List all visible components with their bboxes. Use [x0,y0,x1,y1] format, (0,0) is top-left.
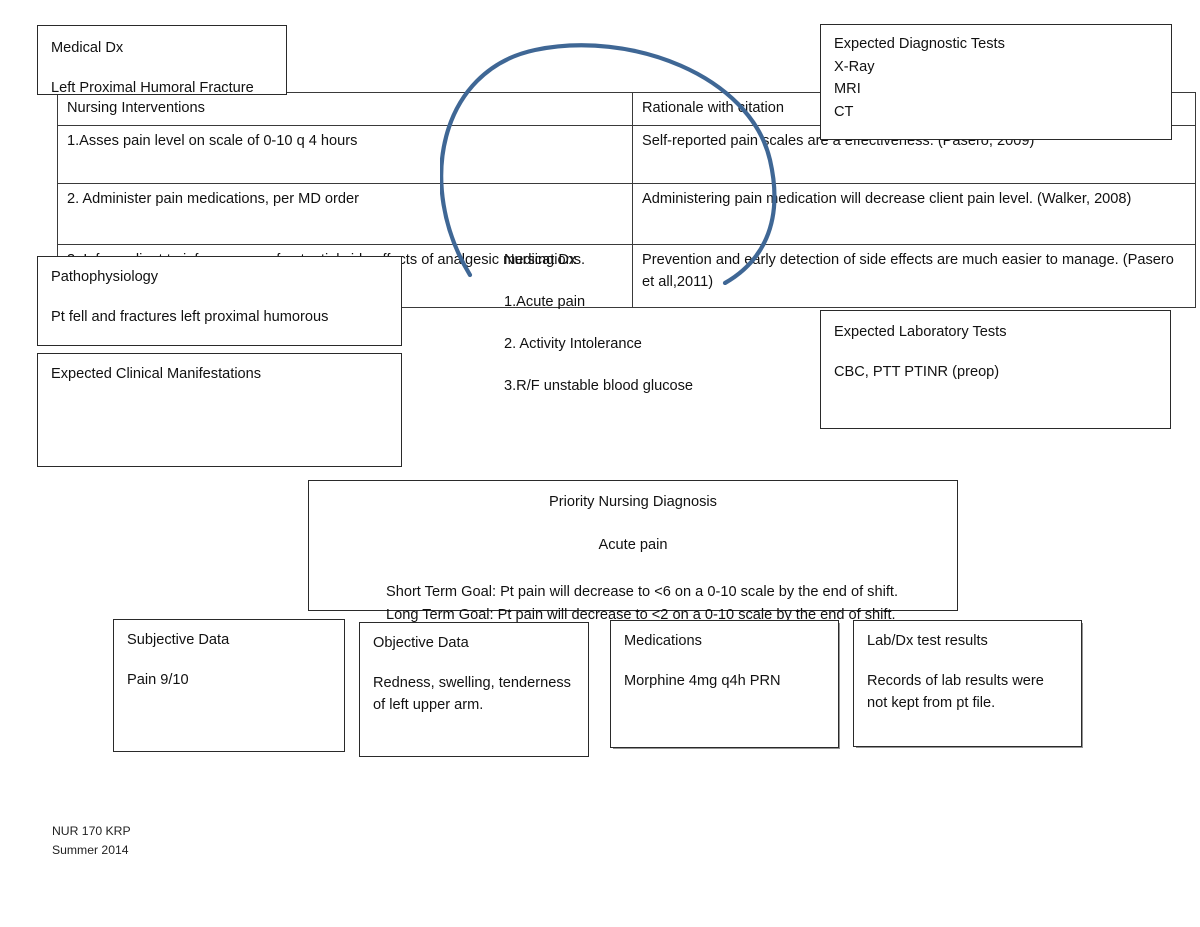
pathophysiology-box: Pathophysiology Pt fell and fractures le… [37,256,402,346]
short-term-goal: Short Term Goal: Pt pain will decrease t… [385,584,898,601]
expected-laboratory-tests-box: Expected Laboratory Tests CBC, PTT PTINR… [820,310,1171,429]
diagnostic-test-item-mri: MRI [834,81,861,98]
medical-dx-title: Medical Dx [51,40,124,56]
diagnostic-test-item-xray: X-Ray [834,58,875,75]
lab-dx-test-results-box: Lab/Dx test results Records of lab resul… [853,620,1082,747]
lab-dx-results-line-2: not kept from pt file. [867,695,996,712]
intervention-cell-1: 1.Asses pain level on scale of 0-10 q 4 … [57,124,633,184]
concept-map-page: Nursing Interventions Rationale with cit… [0,0,1200,927]
medications-title: Medications [624,633,702,649]
laboratory-tests-title: Expected Laboratory Tests [834,324,1007,340]
pathophysiology-value: Pt fell and fractures left proximal humo… [51,308,329,325]
rationale-cell-2: Administering pain medication will decre… [632,182,1196,245]
nursing-dx-item-2: 2. Activity Intolerance [504,335,642,352]
footer-term: Summer 2014 [52,842,129,857]
footer: NUR 170 KRP Summer 2014 [52,822,131,860]
clinical-manifestations-title: Expected Clinical Manifestations [51,366,262,382]
footer-course: NUR 170 KRP [52,824,131,838]
pathophysiology-title: Pathophysiology [51,269,159,285]
medical-dx-value: Left Proximal Humoral Fracture [51,79,254,96]
objective-data-box: Objective Data Redness, swelling, tender… [359,622,589,757]
diagnostic-test-item-ct: CT [834,103,854,120]
medications-box: Medications Morphine 4mg q4h PRN [610,620,839,748]
lab-dx-results-line-1: Records of lab results were [867,672,1044,689]
medications-value: Morphine 4mg q4h PRN [624,672,781,689]
objective-data-line-1: Redness, swelling, tenderness [373,674,571,691]
nursing-dx-item-3: 3.R/F unstable blood glucose [504,377,694,394]
expected-clinical-manifestations-box: Expected Clinical Manifestations [37,353,402,467]
table-row: 2. Administer pain medications, per MD o… [57,182,1196,245]
nursing-dx-item-1: 1.Acute pain [504,293,586,310]
intervention-cell-2: 2. Administer pain medications, per MD o… [57,182,633,245]
medical-dx-box: Medical Dx Left Proximal Humoral Fractur… [37,25,287,96]
priority-diagnosis: Acute pain [598,537,668,554]
nursing-dx-title: Nursing Dx [504,252,577,268]
priority-nursing-diagnosis-box: Priority Nursing Diagnosis Acute pain Sh… [308,480,958,623]
laboratory-tests-value: CBC, PTT PTINR (preop) [834,363,1000,380]
nursing-dx-group: Nursing Dx 1.Acute pain 2. Activity Into… [504,250,804,398]
subjective-data-title: Subjective Data [127,632,230,648]
diagnostic-tests-title: Expected Diagnostic Tests [834,36,1005,52]
objective-data-title: Objective Data [373,635,469,651]
expected-diagnostic-tests-box: Expected Diagnostic Tests X-Ray MRI CT [820,24,1172,140]
subjective-data-box: Subjective Data Pain 9/10 [113,619,345,752]
lab-dx-results-title: Lab/Dx test results [867,633,988,649]
objective-data-line-2: of left upper arm. [373,697,484,714]
priority-title: Priority Nursing Diagnosis [549,494,717,510]
subjective-data-value: Pain 9/10 [127,671,189,688]
